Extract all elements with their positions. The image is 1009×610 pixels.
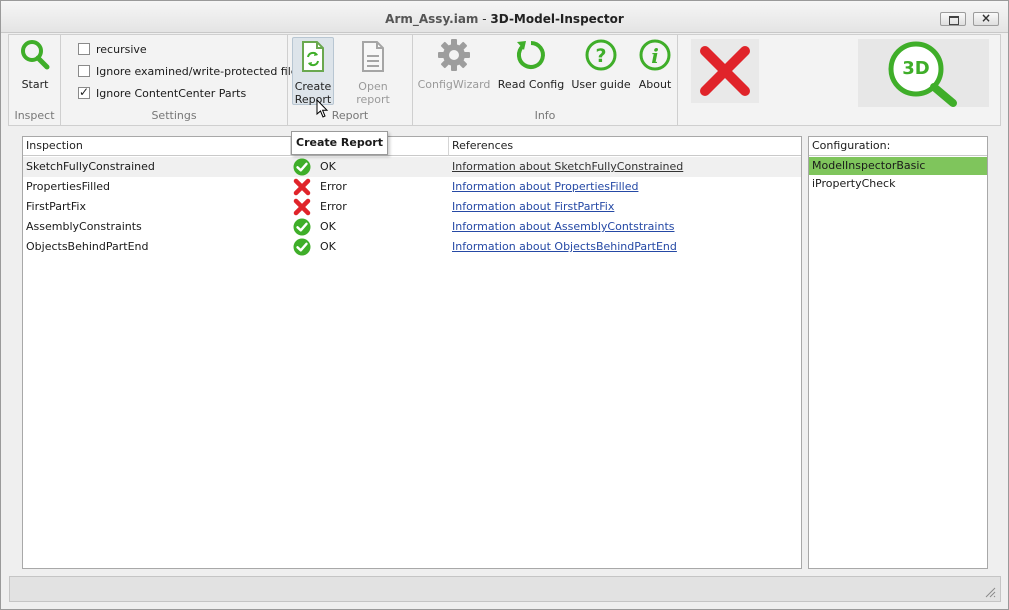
ignore-protected-checkbox-box[interactable] — [78, 65, 90, 77]
user-guide-label: User guide — [571, 78, 631, 91]
inspection-name: SketchFullyConstrained — [26, 160, 155, 173]
title-separator: - — [478, 12, 491, 26]
status-text: OK — [320, 220, 336, 233]
status-bar — [9, 576, 1001, 602]
info-icon: i — [639, 39, 671, 71]
document-refresh-icon — [302, 41, 324, 72]
config-wizard-label: ConfigWizard — [417, 78, 491, 91]
close-window-button[interactable]: × — [973, 11, 999, 26]
status-text: OK — [320, 240, 336, 253]
configuration-item[interactable]: iPropertyCheck — [809, 175, 987, 193]
open-report-label: Open report — [356, 80, 390, 106]
group-label-inspect: Inspect — [14, 109, 55, 122]
help-icon: ? — [585, 39, 617, 71]
configuration-panel: Configuration: ModelInspectorBasic iPrope… — [808, 136, 988, 569]
recursive-checkbox-box[interactable] — [78, 43, 90, 55]
magnifier-icon — [21, 40, 50, 70]
ignore-contentcenter-label: Ignore ContentCenter Parts — [96, 86, 247, 100]
configuration-header: Configuration: — [809, 137, 987, 156]
mouse-cursor-icon — [316, 99, 329, 118]
svg-text:3D: 3D — [902, 58, 929, 79]
ignore-protected-label: Ignore examined/write-protected files — [96, 64, 304, 78]
start-button[interactable]: Start — [13, 38, 57, 91]
status-text: Error — [320, 180, 347, 193]
ribbon-group-report: Create Report Open report Report — [288, 35, 413, 125]
status-text: OK — [320, 160, 336, 173]
ribbon-group-info: ConfigWizard Read Config ? User guide i … — [413, 35, 678, 125]
create-report-label-1: Create — [294, 80, 332, 93]
table-row[interactable]: PropertiesFilled Error Information about P… — [23, 177, 801, 197]
reference-link[interactable]: Information about SketchFullyConstrained — [452, 157, 683, 177]
column-header-references[interactable]: References — [449, 137, 801, 156]
reference-link[interactable]: Information about AssemblyContstraints — [452, 217, 675, 237]
group-label-settings: Settings — [151, 109, 197, 122]
inspection-name: PropertiesFilled — [26, 180, 111, 193]
resize-grip-icon[interactable] — [984, 586, 996, 598]
document-icon — [362, 41, 384, 72]
close-icon: × — [980, 11, 992, 25]
start-label: Start — [21, 78, 49, 91]
status-text: Error — [320, 200, 347, 213]
group-label-info: Info — [534, 109, 556, 122]
inspection-name: FirstPartFix — [26, 200, 86, 213]
about-label: About — [638, 78, 672, 91]
open-report-button[interactable]: Open report — [340, 38, 406, 106]
create-report-tooltip: Create Report — [291, 131, 388, 155]
column-header-inspection[interactable]: Inspection — [23, 137, 291, 156]
about-button[interactable]: i About — [635, 38, 675, 91]
table-row[interactable]: AssemblyConstraints OK Information about A… — [23, 217, 801, 237]
configuration-item[interactable]: ModelInspectorBasic — [809, 157, 987, 175]
user-guide-button[interactable]: ? User guide — [569, 38, 633, 91]
title-file: Arm_Assy.iam — [385, 12, 479, 26]
logo-magnifier-icon: 3D — [888, 41, 957, 107]
svg-text:?: ? — [595, 45, 606, 67]
reference-link[interactable]: Information about ObjectsBehindPartEnd — [452, 237, 677, 257]
window-title: Arm_Assy.iam - 3D-Model-Inspector — [1, 12, 1008, 26]
gear-icon — [438, 39, 470, 71]
inspection-name: AssemblyConstraints — [26, 220, 142, 233]
reference-link[interactable]: Information about PropertiesFilled — [452, 177, 638, 197]
ignore-contentcenter-checkbox[interactable]: Ignore ContentCenter Parts — [78, 85, 246, 101]
group-label-report: Report — [331, 109, 369, 122]
inspection-grid: Inspection References SketchFullyConstra… — [22, 136, 802, 569]
app-window: Arm_Assy.iam - 3D-Model-Inspector × Star… — [0, 0, 1009, 610]
title-bar: Arm_Assy.iam - 3D-Model-Inspector × — [1, 1, 1008, 33]
ignore-protected-checkbox[interactable]: Ignore examined/write-protected files — [78, 63, 303, 79]
create-report-button[interactable]: Create Report — [292, 37, 334, 106]
maximize-button[interactable] — [940, 12, 966, 26]
table-row[interactable]: ObjectsBehindPartEnd OK Information about … — [23, 237, 801, 257]
refresh-icon — [516, 41, 545, 69]
ignore-contentcenter-checkbox-box[interactable] — [78, 85, 90, 99]
svg-text:i: i — [651, 44, 659, 68]
table-row[interactable]: FirstPartFix Error Information about First… — [23, 197, 801, 217]
ok-check-icon — [293, 238, 311, 263]
read-config-button[interactable]: Read Config — [495, 38, 567, 91]
title-app: 3D-Model-Inspector — [490, 12, 624, 26]
inspection-name: ObjectsBehindPartEnd — [26, 240, 149, 253]
reference-link[interactable]: Information about FirstPartFix — [452, 197, 614, 217]
recursive-label: recursive — [96, 42, 147, 56]
app-logo: 3D — [858, 39, 989, 107]
ribbon: Start Inspect Settings recursive Ignore … — [8, 34, 1001, 126]
recursive-checkbox[interactable]: recursive — [78, 41, 147, 57]
red-x-icon — [700, 46, 750, 96]
ribbon-group-inspect: Start Inspect — [9, 35, 61, 125]
table-row[interactable]: SketchFullyConstrained OK Information abou… — [23, 157, 801, 177]
config-wizard-button[interactable]: ConfigWizard — [417, 38, 491, 91]
cancel-x-button[interactable] — [691, 39, 759, 103]
read-config-label: Read Config — [497, 78, 565, 91]
